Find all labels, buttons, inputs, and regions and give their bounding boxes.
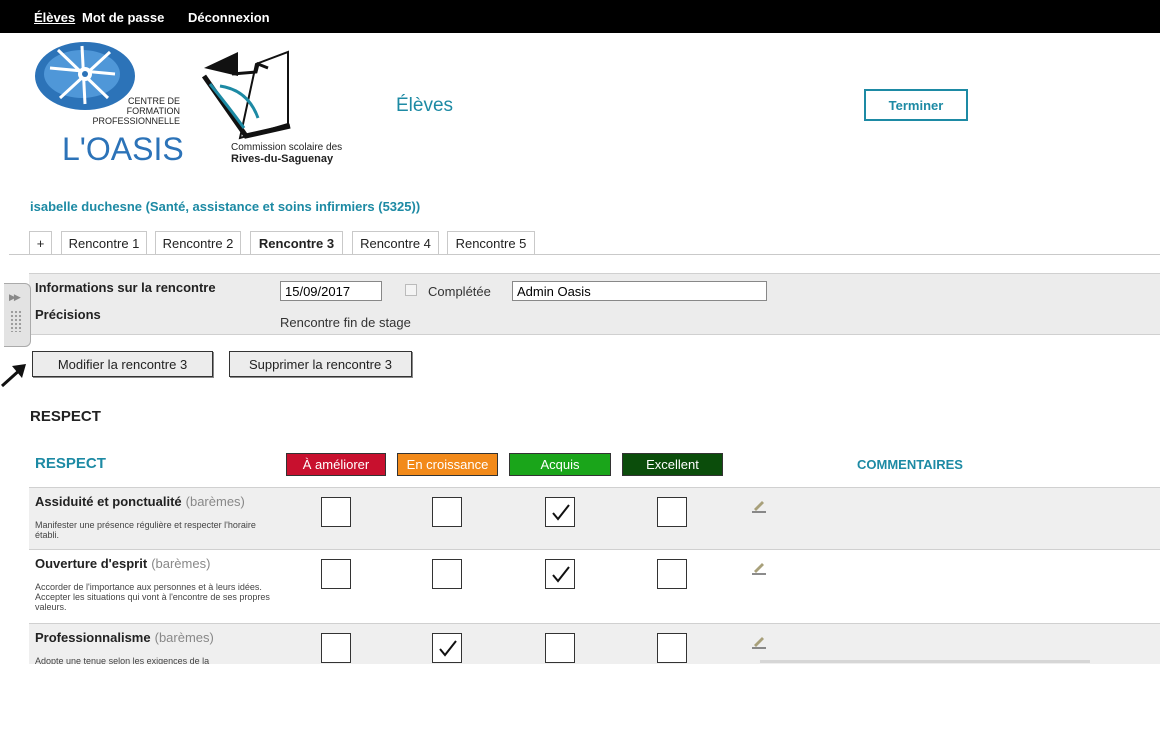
level-header-acquis: Acquis [509, 453, 611, 476]
rating-checkbox[interactable] [432, 633, 462, 663]
criterion-title-rest: Professionnalisme [35, 630, 151, 645]
oasis-logo-line1: CENTRE DE [128, 96, 180, 106]
rating-checkbox[interactable] [432, 559, 462, 589]
comments-header: COMMENTAIRES [857, 457, 963, 472]
rating-checkbox[interactable] [321, 559, 351, 589]
level-header-a-ameliorer: À améliorer [286, 453, 386, 476]
nav-link-eleves[interactable]: Élèves [34, 10, 75, 25]
criterion-desc-rest: Accorder de l'importance aux personnes e… [35, 582, 270, 612]
section-title-prefix: RE [30, 408, 51, 425]
grid-title-rest: SPECT [55, 455, 106, 472]
side-panel-handle[interactable]: ▶▶ [4, 283, 31, 347]
rating-checkbox[interactable] [657, 497, 687, 527]
grid-title: RESPECT [35, 455, 106, 472]
cs-logo-line1: Commission scolaire des [231, 142, 342, 153]
criterion-title-prefix: A [35, 494, 45, 509]
checkmark-icon [552, 566, 570, 583]
criterion-description: Adopte une tenue selon les exigences de … [35, 656, 275, 664]
delete-meeting-button[interactable]: Supprimer la rencontre 3 [229, 351, 412, 377]
checkmark-icon [439, 640, 457, 657]
criterion-row: Ouverture d'esprit (barèmes) Accorder de … [29, 549, 1160, 623]
grid-title-prefix: RE [35, 455, 56, 472]
tab-rencontre-1[interactable]: Rencontre 1 [61, 231, 147, 254]
truncated-comment [760, 660, 1090, 663]
rating-checkbox[interactable] [545, 559, 575, 589]
rating-checkbox[interactable] [657, 633, 687, 663]
section-title: RESPECT [30, 408, 101, 425]
commission-scolaire-logo: Commission scolaire des Rives-du-Saguena… [201, 50, 342, 165]
rating-checkbox[interactable] [321, 633, 351, 663]
scale-link[interactable]: (barèmes) [155, 630, 214, 645]
pencil-icon[interactable] [751, 497, 767, 513]
criterion-desc-rest: ifester une présence régulière et respec… [35, 520, 256, 540]
criterion-title: Assiduité et ponctualité (barèmes) [35, 494, 245, 509]
level-header-en-croissance: En croissance [397, 453, 498, 476]
scale-link[interactable]: (barèmes) [151, 556, 210, 571]
details-value: Rencontre fin de stage [280, 315, 411, 330]
meeting-info-label: Informations sur la rencontre [35, 280, 216, 295]
rating-checkbox[interactable] [657, 559, 687, 589]
criterion-row: Assiduité et ponctualité (barèmes) Manife… [29, 487, 1160, 549]
tab-rencontre-5[interactable]: Rencontre 5 [447, 231, 535, 254]
expand-arrows-icon: ▶▶ [9, 292, 21, 302]
tab-add[interactable]: + [29, 231, 52, 254]
details-label: Précisions [35, 307, 101, 322]
rating-checkbox[interactable] [545, 633, 575, 663]
nav-link-logout[interactable]: Déconnexion [188, 10, 270, 25]
nav-link-password[interactable]: Mot de passe [82, 10, 164, 25]
pencil-icon[interactable] [751, 633, 767, 649]
meeting-date-input[interactable] [280, 281, 382, 301]
criterion-desc-prefix: Man [35, 520, 53, 530]
rating-checkbox[interactable] [545, 497, 575, 527]
completed-checkbox[interactable] [405, 284, 417, 296]
scale-link[interactable]: (barèmes) [186, 494, 245, 509]
tab-rencontre-4[interactable]: Rencontre 4 [352, 231, 439, 254]
edit-meeting-button[interactable]: Modifier la rencontre 3 [32, 351, 213, 377]
criterion-title-rest: ssiduité et ponctualité [44, 494, 182, 509]
oasis-logo: CENTRE DE FORMATION PROFESSIONNELLE L'OA… [35, 42, 184, 167]
cs-logo-line2: Rives-du-Saguenay [231, 153, 334, 165]
meeting-user-input[interactable] [512, 281, 767, 301]
page-title: Élèves [396, 95, 454, 116]
checkmark-icon [552, 504, 570, 521]
student-heading: isabelle duchesne (Santé, assistance et … [30, 199, 421, 214]
pencil-icon[interactable] [751, 559, 767, 575]
completed-label: Complétée [428, 284, 491, 299]
tab-rencontre-3[interactable]: Rencontre 3 [250, 231, 343, 254]
rating-checkbox[interactable] [432, 497, 462, 527]
finish-button[interactable]: Terminer [864, 89, 968, 121]
criterion-row: Professionnalisme (barèmes) Adopte une te… [29, 623, 1160, 664]
top-nav-bar: Élèves Mot de passe Déconnexion [0, 0, 1160, 33]
pointer-arrow-icon [0, 364, 26, 388]
grip-icon [10, 310, 22, 332]
criterion-title: Ouverture d'esprit (barèmes) [35, 556, 210, 571]
criterion-title-rest: Ouverture d'esprit [35, 556, 148, 571]
criterion-title: Professionnalisme (barèmes) [35, 630, 214, 645]
criterion-desc-rest: Adopte une tenue selon les exigences de … [35, 656, 210, 664]
section-title-rest: SPECT [50, 408, 101, 425]
rating-checkbox[interactable] [321, 497, 351, 527]
oasis-logo-line2: FORMATION [127, 106, 180, 116]
oasis-logo-line3: PROFESSIONNELLE [92, 116, 180, 126]
level-header-excellent: Excellent [622, 453, 723, 476]
tabs-divider [9, 254, 1160, 255]
criterion-description: Manifester une présence régulière et res… [35, 520, 275, 540]
criterion-description: Accorder de l'importance aux personnes e… [35, 582, 275, 612]
oasis-logo-name: L'OASIS [62, 131, 184, 167]
tab-rencontre-2[interactable]: Rencontre 2 [155, 231, 241, 254]
